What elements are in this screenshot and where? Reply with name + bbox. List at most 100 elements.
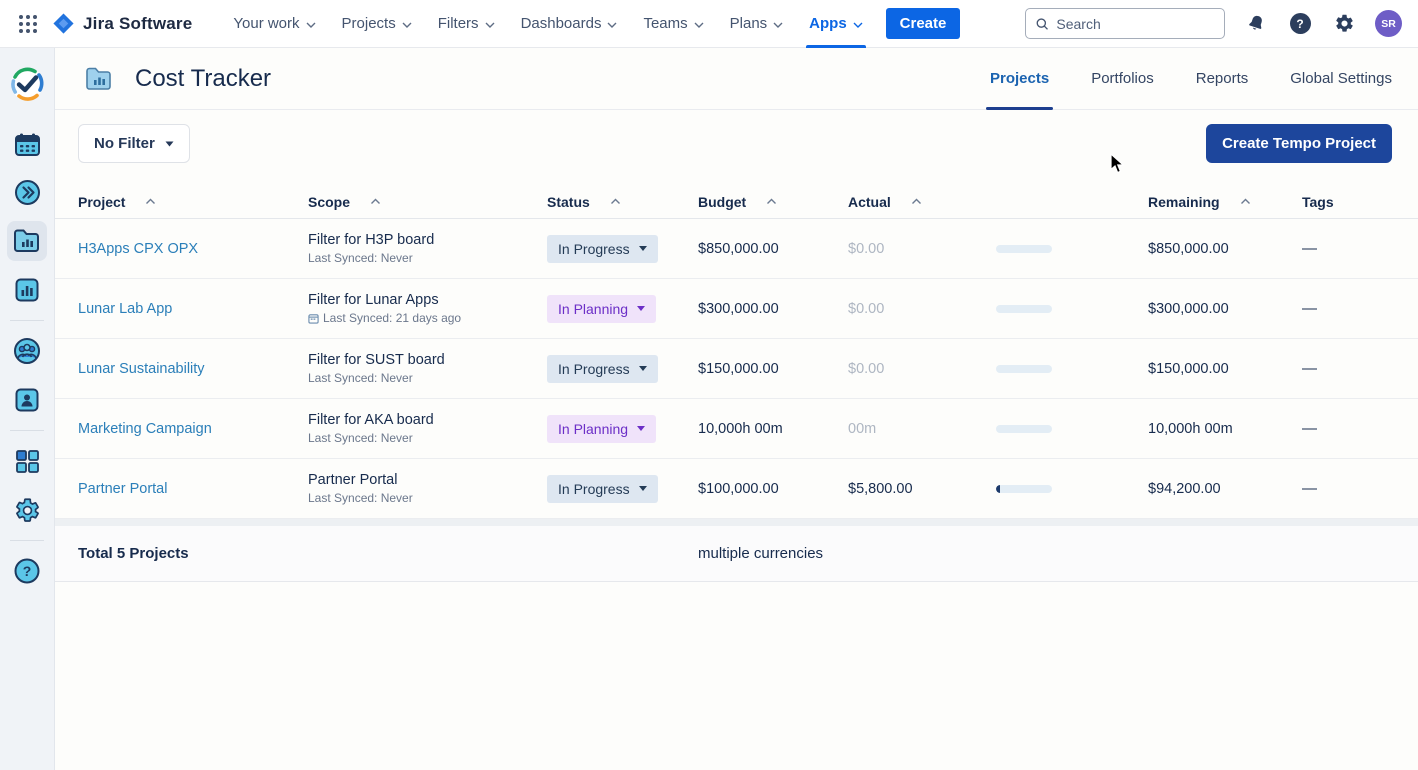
- global-search[interactable]: [1025, 8, 1225, 39]
- col-header-project[interactable]: Project: [78, 194, 308, 210]
- jira-diamond-icon: [52, 12, 75, 35]
- scope-cell: Partner Portal Last Synced: Never: [308, 472, 547, 505]
- scope-cell: Filter for Lunar Apps Last Synced: 21 da…: [308, 292, 547, 325]
- status-dropdown[interactable]: In Progress: [547, 355, 658, 383]
- progress-bar: [996, 425, 1052, 433]
- nav-filters[interactable]: Filters: [425, 0, 508, 48]
- project-link[interactable]: Lunar Sustainability: [78, 361, 205, 377]
- tags-cell: —: [1302, 240, 1418, 257]
- teams-icon[interactable]: [7, 331, 47, 371]
- caret-down-icon: [165, 141, 174, 147]
- main-content: Cost Tracker Projects Portfolios Reports…: [55, 48, 1418, 770]
- col-header-scope[interactable]: Scope: [308, 194, 547, 210]
- accounts-icon[interactable]: [7, 380, 47, 420]
- sidebar-settings-gear-icon[interactable]: [7, 490, 47, 530]
- topbar-right-cluster: ? SR: [1025, 8, 1418, 39]
- col-header-tags: Tags: [1302, 194, 1418, 210]
- my-work-chevrons-icon[interactable]: [7, 172, 47, 212]
- budget-cell: $850,000.00: [698, 241, 848, 257]
- status-dropdown[interactable]: In Progress: [547, 475, 658, 503]
- progress-bar: [996, 245, 1052, 253]
- tab-projects[interactable]: Projects: [990, 48, 1049, 110]
- apps-grid-icon[interactable]: [7, 441, 47, 481]
- nav-projects[interactable]: Projects: [329, 0, 425, 48]
- remaining-cell: $300,000.00: [1148, 301, 1302, 317]
- col-header-actual[interactable]: Actual: [848, 194, 996, 210]
- sidebar-divider: [10, 430, 44, 431]
- app-switcher-icon[interactable]: [12, 8, 44, 40]
- budget-total-note: multiple currencies: [698, 545, 868, 562]
- table-row: Lunar Sustainability Filter for SUST boa…: [55, 339, 1418, 399]
- cost-tracker-projects-icon[interactable]: [7, 221, 47, 261]
- tab-global-settings[interactable]: Global Settings: [1290, 48, 1392, 110]
- tags-cell: —: [1302, 360, 1418, 377]
- chevron-down-icon: [607, 22, 617, 28]
- caret-down-icon: [637, 306, 645, 311]
- filter-dropdown[interactable]: No Filter: [78, 124, 190, 163]
- sync-calendar-icon: [308, 313, 319, 324]
- user-avatar[interactable]: SR: [1375, 10, 1402, 37]
- status-dropdown[interactable]: In Planning: [547, 415, 656, 443]
- tempo-sidebar: ?: [0, 48, 55, 770]
- search-icon: [1036, 17, 1048, 31]
- caret-down-icon: [639, 366, 647, 371]
- tab-reports[interactable]: Reports: [1196, 48, 1249, 110]
- svg-text:?: ?: [23, 563, 32, 579]
- toolbar: No Filter Create Tempo Project: [55, 110, 1418, 163]
- table-row: Marketing Campaign Filter for AKA board …: [55, 399, 1418, 459]
- project-link[interactable]: Lunar Lab App: [78, 301, 172, 317]
- nav-dashboards[interactable]: Dashboards: [508, 0, 631, 48]
- caret-down-icon: [639, 486, 647, 491]
- budget-cell: $150,000.00: [698, 361, 848, 377]
- actual-cell: $5,800.00: [848, 481, 996, 497]
- col-header-remaining[interactable]: Remaining: [1148, 194, 1302, 210]
- project-link[interactable]: Marketing Campaign: [78, 421, 212, 437]
- tempo-logo-icon[interactable]: [7, 64, 47, 104]
- sort-asc-icon: [911, 198, 922, 205]
- scope-cell: Filter for AKA board Last Synced: Never: [308, 412, 547, 445]
- table-header-row: Project Scope Status Budget Actual Remai…: [55, 185, 1418, 219]
- tags-cell: —: [1302, 300, 1418, 317]
- projects-table: Project Scope Status Budget Actual Remai…: [55, 185, 1418, 582]
- nav-apps[interactable]: Apps: [796, 0, 876, 48]
- project-link[interactable]: Partner Portal: [78, 481, 167, 497]
- project-link[interactable]: H3Apps CPX OPX: [78, 241, 198, 257]
- create-tempo-project-button[interactable]: Create Tempo Project: [1206, 124, 1392, 163]
- remaining-cell: $850,000.00: [1148, 241, 1302, 257]
- table-footer-gap: [55, 519, 1418, 526]
- budget-cell: 10,000h 00m: [698, 421, 848, 437]
- create-button[interactable]: Create: [886, 8, 961, 39]
- col-header-status[interactable]: Status: [547, 194, 698, 210]
- remaining-cell: $150,000.00: [1148, 361, 1302, 377]
- tags-cell: —: [1302, 480, 1418, 497]
- help-icon[interactable]: ?: [1287, 11, 1313, 37]
- notifications-bell-icon[interactable]: [1243, 11, 1269, 37]
- primary-nav: Your work Projects Filters Dashboards Te…: [220, 0, 875, 48]
- progress-bar: [996, 365, 1052, 373]
- nav-teams[interactable]: Teams: [630, 0, 716, 48]
- jira-logo[interactable]: Jira Software: [52, 12, 192, 35]
- caret-down-icon: [637, 426, 645, 431]
- status-dropdown[interactable]: In Progress: [547, 235, 658, 263]
- table-row: Partner Portal Partner Portal Last Synce…: [55, 459, 1418, 519]
- actual-cell: 00m: [848, 421, 996, 437]
- nav-plans[interactable]: Plans: [717, 0, 797, 48]
- tab-portfolios[interactable]: Portfolios: [1091, 48, 1154, 110]
- sidebar-help-icon[interactable]: ?: [7, 551, 47, 591]
- cost-tracker-app-icon: [85, 67, 113, 91]
- nav-your-work[interactable]: Your work: [220, 0, 328, 48]
- status-dropdown[interactable]: In Planning: [547, 295, 656, 323]
- search-input[interactable]: [1056, 16, 1214, 32]
- reports-chart-icon[interactable]: [7, 270, 47, 310]
- actual-cell: $0.00: [848, 301, 996, 317]
- progress-bar: [996, 305, 1052, 313]
- progress-bar: [996, 485, 1052, 493]
- calendar-icon[interactable]: [7, 125, 47, 165]
- col-header-budget[interactable]: Budget: [698, 194, 848, 210]
- sort-asc-icon: [766, 198, 777, 205]
- caret-down-icon: [639, 246, 647, 251]
- table-footer-row: Total 5 Projects multiple currencies: [55, 526, 1418, 582]
- scope-cell: Filter for SUST board Last Synced: Never: [308, 352, 547, 385]
- settings-gear-icon[interactable]: [1331, 11, 1357, 37]
- page-header: Cost Tracker Projects Portfolios Reports…: [55, 48, 1418, 110]
